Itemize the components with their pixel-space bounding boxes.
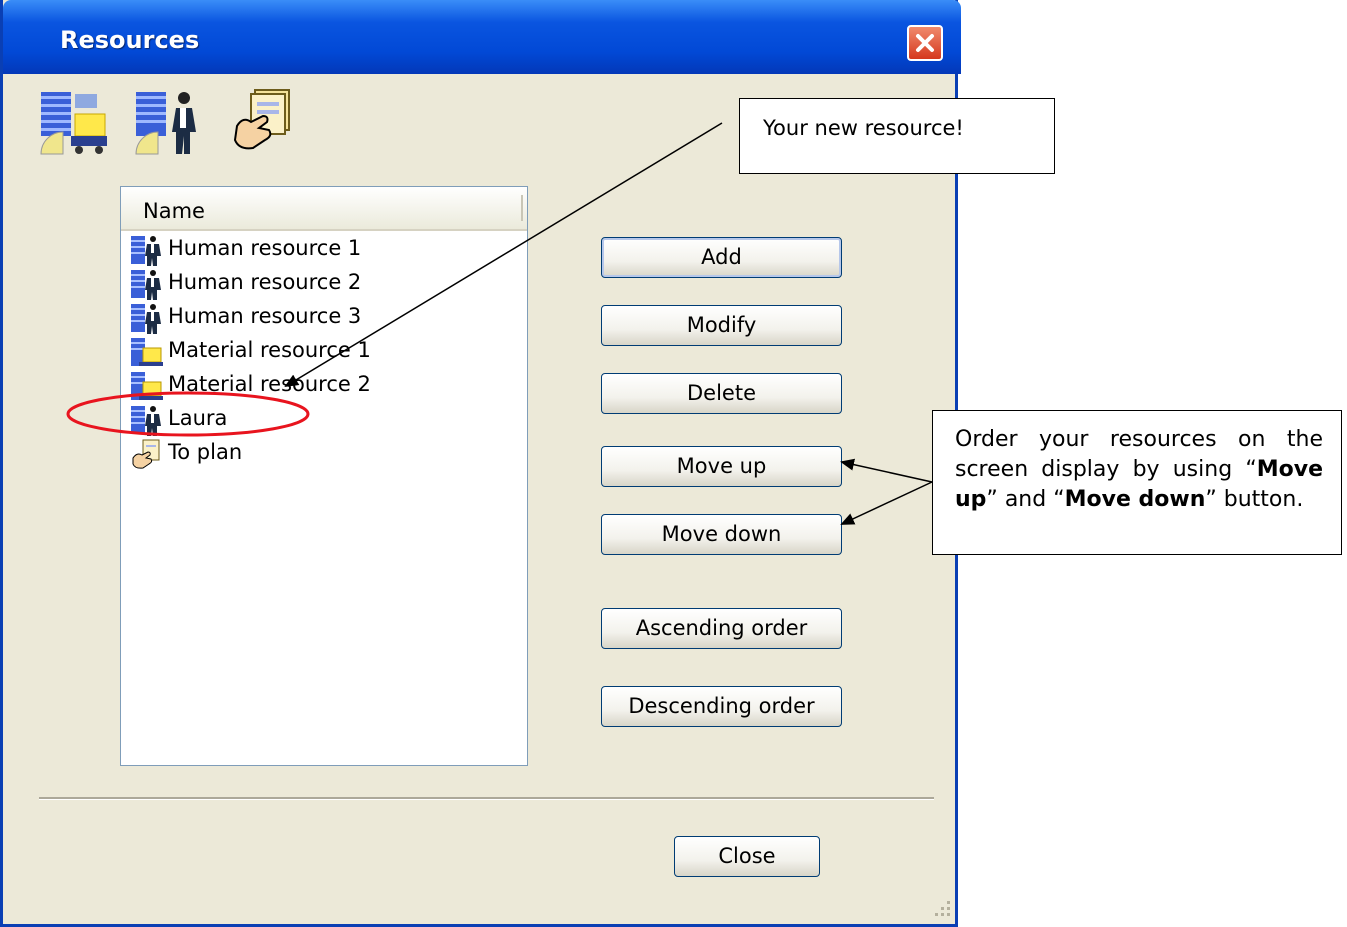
list-item-label: Material resource 2 [168,372,371,396]
list-item-label: Human resource 2 [168,270,362,294]
list-item-label: Human resource 1 [168,236,362,260]
ascending-order-button[interactable]: Ascending order [601,608,842,649]
resources-list[interactable]: Name Human resource 1 Human resource 2 H… [120,186,528,766]
material-resource-icon [131,372,163,400]
modify-button[interactable]: Modify [601,305,842,346]
title-bar: Resources [3,0,961,74]
column-divider[interactable] [521,195,523,221]
human-resource-icon [131,406,161,436]
material-resource-icon [131,338,163,366]
callout-text: Your new resource! [763,116,964,140]
move-up-button[interactable]: Move up [601,446,842,487]
column-header-label: Name [143,199,205,223]
callout-text-part: ” button. [1205,487,1304,512]
callout-text-part: ” and “ [986,487,1065,512]
divider [39,797,934,800]
resize-grip-icon[interactable] [929,895,953,919]
callout-bold-move-down: Move down [1064,487,1206,512]
descending-order-button[interactable]: Descending order [601,686,842,727]
dialog-title: Resources [60,26,200,54]
list-item-label: To plan [168,440,243,464]
to-plan-icon [132,439,160,469]
move-down-button[interactable]: Move down [601,514,842,555]
list-item-label: Material resource 1 [168,338,371,362]
human-resource-icon [131,270,161,300]
list-item-label: Laura [168,406,228,430]
human-resource-icon [131,304,161,334]
close-icon [916,34,934,52]
delete-button[interactable]: Delete [601,373,842,414]
new-resource-callout: Your new resource! [739,98,1055,174]
to-plan-icon[interactable] [229,86,299,156]
list-header-name[interactable]: Name [121,187,527,231]
move-buttons-callout: Order your resources on the screen displ… [932,410,1342,555]
add-button[interactable]: Add [601,237,842,278]
close-button[interactable]: Close [674,836,820,877]
close-window-button[interactable] [907,25,943,61]
material-resource-icon[interactable] [39,86,109,156]
human-resource-icon [131,236,161,266]
human-resource-icon[interactable] [134,86,204,156]
list-item-label: Human resource 3 [168,304,362,328]
